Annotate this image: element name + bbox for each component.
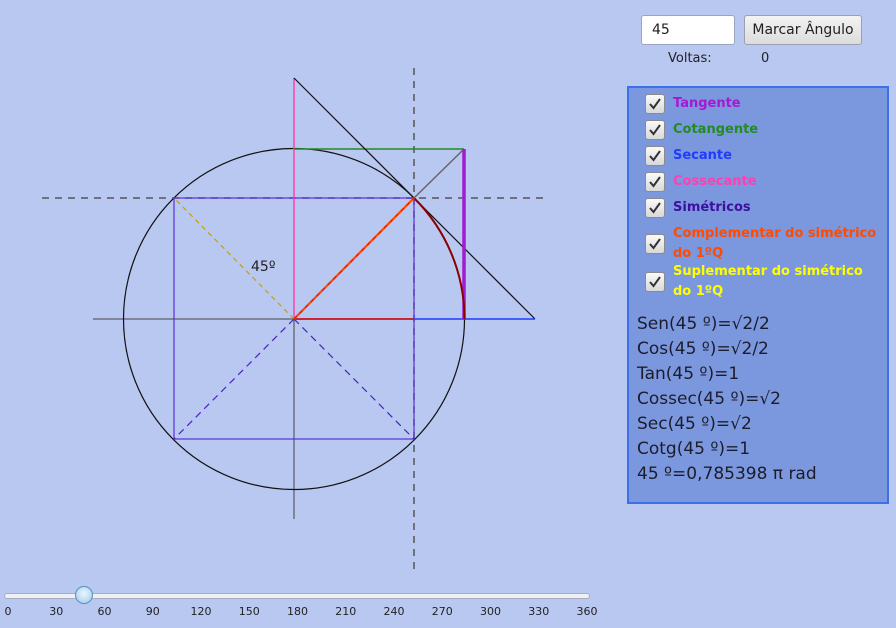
checkbox-check-icon[interactable]: [645, 198, 665, 218]
checkbox-label: Tangente: [673, 96, 741, 111]
angle-input[interactable]: [641, 15, 735, 45]
trig-values: Sen(45 º)=√2/2 Cos(45 º)=√2/2 Tan(45 º)=…: [637, 312, 817, 487]
supplementary-radius: [173, 197, 295, 320]
cosecant-value: Cossec(45 º)=√2: [637, 389, 781, 409]
checkbox-label: Suplementar do simétrico do 1ºQ: [673, 262, 863, 302]
checkbox-label-line2: do 1ºQ: [673, 284, 724, 299]
slider-tick-label: 360: [576, 605, 598, 618]
checkbox-label: Simétricos: [673, 200, 751, 215]
checkbox-label: Cotangente: [673, 122, 759, 137]
radians-value: 45 º=0,785398 π rad: [637, 464, 817, 484]
checkbox-label-line1: Complementar do simétrico: [673, 226, 877, 241]
turns-label: Voltas:: [668, 51, 712, 66]
angle-arc: [413, 197, 466, 320]
turns-value: 0: [761, 51, 770, 66]
secant-value: Sec(45 º)=√2: [637, 414, 752, 434]
checkbox-label: Secante: [673, 148, 732, 163]
checkbox-check-icon[interactable]: [645, 234, 665, 254]
slider-tick-label: 300: [480, 605, 501, 618]
slider-tick-label: 330: [528, 605, 550, 618]
checkbox-label-line1: Suplementar do simétrico: [673, 264, 863, 279]
slider-thumb[interactable]: [75, 586, 94, 604]
checkbox-cossecante[interactable]: Cossecante: [645, 172, 757, 192]
checkbox-label-line2: do 1ºQ: [673, 246, 724, 261]
slider-tick-label: 30: [49, 605, 64, 618]
checkbox-check-icon[interactable]: [645, 120, 665, 140]
checkbox-check-icon[interactable]: [645, 146, 665, 166]
symmetric-radius-q4: [293, 318, 415, 440]
slider-tick-label: 150: [238, 605, 260, 618]
tangent-value: Tan(45 º)=1: [637, 364, 740, 384]
sine-value: Sen(45 º)=√2/2: [637, 314, 770, 334]
checkbox-complementar[interactable]: Complementar do simétrico do 1ºQ: [645, 224, 876, 264]
checkbox-check-icon[interactable]: [645, 272, 665, 292]
checkbox-check-icon[interactable]: [645, 94, 665, 114]
options-panel: Tangente Cotangente Secante Cossecante S…: [627, 86, 889, 504]
cosine-value: Cos(45 º)=√2/2: [637, 339, 769, 359]
checkbox-label: Cossecante: [673, 174, 757, 189]
slider-tick-label: 180: [287, 605, 308, 618]
checkbox-simetricos[interactable]: Simétricos: [645, 198, 751, 218]
angle-label: 45º: [251, 259, 275, 275]
slider-tick-label: 0: [4, 605, 12, 618]
symmetric-radius-q3: [173, 318, 295, 440]
checkbox-check-icon[interactable]: [645, 172, 665, 192]
checkbox-secante[interactable]: Secante: [645, 146, 732, 166]
slider-tick-label: 210: [335, 605, 357, 618]
slider-tick-label: 60: [97, 605, 112, 618]
checkbox-cotangente[interactable]: Cotangente: [645, 120, 758, 140]
slider-tick-label: 90: [145, 605, 160, 618]
cotangent-value: Cotg(45 º)=1: [637, 439, 751, 459]
checkbox-tangente[interactable]: Tangente: [645, 94, 741, 114]
checkbox-label: Complementar do simétrico do 1ºQ: [673, 224, 876, 264]
slider-tick-label: 270: [431, 605, 453, 618]
slider-tick-label: 120: [190, 605, 212, 618]
checkbox-suplementar[interactable]: Suplementar do simétrico do 1ºQ: [645, 262, 863, 302]
slider-tick-label: 240: [383, 605, 405, 618]
unit-circle-canvas: 45º: [42, 68, 545, 570]
mark-angle-button[interactable]: Marcar Ângulo: [744, 15, 862, 45]
radius-extension: [413, 148, 465, 199]
